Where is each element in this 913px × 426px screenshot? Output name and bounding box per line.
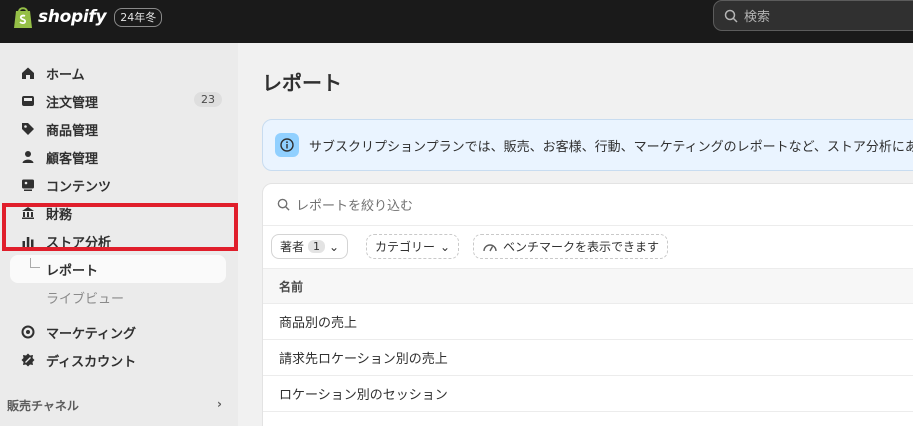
sidebar-item-customers[interactable]: 顧客管理 [10, 144, 226, 170]
table-header-name: 名前 [263, 268, 913, 304]
inbox-icon [20, 93, 36, 109]
sidebar-item-orders[interactable]: 注文管理 23 [10, 88, 226, 114]
search-icon [277, 198, 290, 211]
filter-placeholder: レポートを絞り込む [296, 199, 414, 214]
banner-text: サブスクリプションプランでは、販売、お客様、行動、マーケティングのレポートなど、… [309, 139, 913, 155]
top-bar: shopify 24年冬 検索 [0, 0, 913, 43]
sales-channels-section[interactable]: 販売チャネル › [7, 397, 222, 414]
sidebar-item-label: ディスカウント [46, 354, 137, 370]
search-input[interactable]: 検索 [713, 0, 913, 31]
shopify-logo[interactable]: shopify 24年冬 [12, 5, 163, 29]
brand-name: shopify [38, 7, 107, 27]
search-placeholder: 検索 [744, 10, 771, 25]
column-header: 名前 [279, 279, 304, 294]
sidebar-item-home[interactable]: ホーム [10, 60, 226, 86]
sidebar-item-products[interactable]: 商品管理 [10, 116, 226, 142]
shopify-bag-icon [14, 7, 32, 28]
highlight-annotation [2, 203, 238, 251]
report-name: 商品別の売上 [279, 316, 358, 331]
gauge-icon [483, 243, 497, 251]
report-name: 請求先ロケーション別の売上 [279, 352, 448, 367]
page-title: レポート [262, 71, 342, 95]
chip-label: カテゴリー [375, 240, 436, 254]
reports-card: レポートを絞り込む 著者 1 ⌄ カテゴリー ⌄ ベンチマークを表示できます 名… [262, 183, 913, 426]
category-filter-chip[interactable]: カテゴリー ⌄ [366, 234, 460, 259]
chevron-right-icon: › [217, 397, 222, 411]
section-title-label: 販売チャネル [7, 399, 79, 413]
sidebar-item-label: マーケティング [46, 326, 136, 342]
info-icon [275, 133, 299, 157]
target-icon [20, 324, 36, 340]
edition-badge: 24年冬 [114, 7, 163, 27]
sidebar-subitem-live-view[interactable]: ライブビュー [10, 283, 226, 311]
tag-icon [20, 121, 36, 137]
table-row[interactable]: ロケーション別のセッション [263, 376, 913, 412]
sidebar-item-label: コンテンツ [46, 179, 112, 195]
sidebar-item-marketing[interactable]: マーケティング [10, 319, 226, 345]
chip-label: 著者 [280, 240, 305, 254]
sidebar-subitem-reports[interactable]: レポート [10, 255, 226, 283]
content-icon [20, 177, 36, 193]
sidebar-item-content[interactable]: コンテンツ [10, 172, 226, 198]
home-icon [20, 65, 36, 81]
tree-connector [30, 258, 40, 268]
chip-label: ベンチマークを表示できます [503, 240, 660, 254]
discount-icon [20, 352, 36, 368]
sidebar-subitem-label: ライブビュー [46, 291, 125, 307]
search-icon [724, 9, 738, 23]
sidebar-item-label: 注文管理 [46, 95, 99, 111]
report-name: ロケーション別のセッション [279, 388, 448, 403]
sidebar-item-label: ホーム [46, 67, 85, 83]
chip-count: 1 [308, 240, 326, 253]
orders-count-badge: 23 [194, 92, 222, 107]
sidebar-subitem-label: レポート [46, 263, 99, 279]
author-filter-chip[interactable]: 著者 1 ⌄ [271, 234, 349, 259]
table-row[interactable]: 商品別の売上 [263, 304, 913, 340]
info-banner: サブスクリプションプランでは、販売、お客様、行動、マーケティングのレポートなど、… [262, 119, 913, 171]
chevron-down-icon: ⌄ [440, 239, 451, 254]
sidebar-item-discounts[interactable]: ディスカウント [10, 347, 226, 373]
chevron-down-icon: ⌄ [329, 239, 340, 254]
person-icon [20, 149, 36, 165]
table-row[interactable]: 請求先ロケーション別の売上 [263, 340, 913, 376]
sidebar-item-label: 商品管理 [46, 123, 99, 139]
sidebar-item-label: 顧客管理 [46, 151, 99, 167]
benchmark-chip[interactable]: ベンチマークを表示できます [473, 234, 669, 259]
report-filter-input[interactable]: レポートを絞り込む [263, 184, 913, 226]
